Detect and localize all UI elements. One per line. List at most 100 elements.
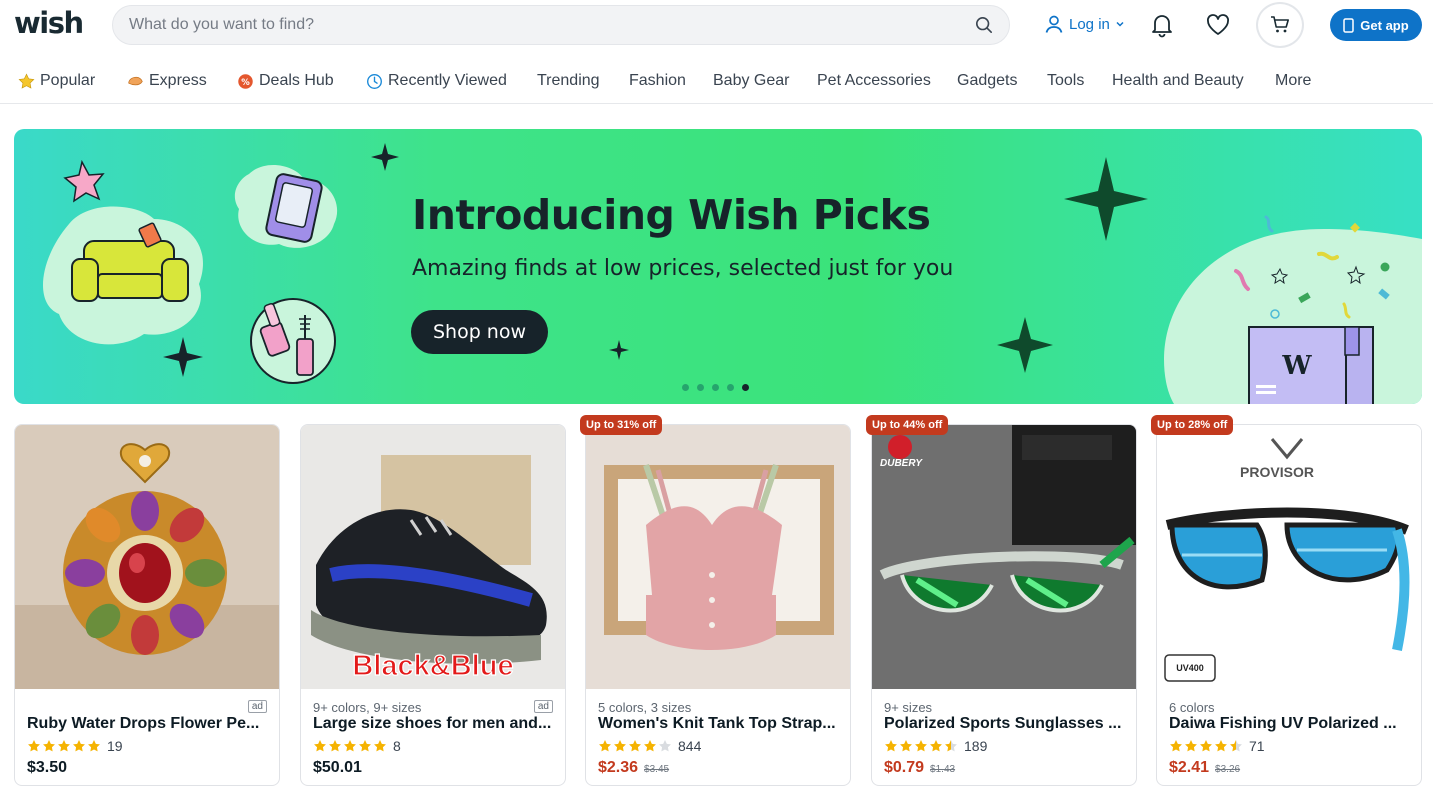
original-price: $3.26 bbox=[1215, 764, 1241, 775]
product-card[interactable]: PROVISOR UV400 6 colors Daiwa Fishing UV… bbox=[1156, 424, 1422, 786]
product-price: $0.79 bbox=[884, 759, 925, 776]
chevron-down-icon bbox=[1116, 21, 1124, 27]
star-icon bbox=[43, 740, 55, 752]
cart-icon bbox=[1271, 16, 1289, 33]
nav-item-tools[interactable]: Tools bbox=[1047, 72, 1084, 90]
carousel-dot-active[interactable] bbox=[742, 384, 749, 391]
nav-item-baby-gear[interactable]: Baby Gear bbox=[713, 72, 789, 90]
star-icon bbox=[599, 740, 611, 752]
shop-now-button[interactable]: Shop now bbox=[411, 310, 548, 354]
cart-button[interactable] bbox=[1256, 2, 1304, 48]
nav-item-gadgets[interactable]: Gadgets bbox=[957, 72, 1017, 90]
product-variants: 9+ colors, 9+ sizes bbox=[313, 700, 422, 715]
get-app-label: Get app bbox=[1360, 17, 1409, 33]
price-row: $2.36 $3.45 bbox=[598, 759, 669, 777]
original-price: $3.45 bbox=[644, 764, 670, 775]
search-icon[interactable] bbox=[975, 16, 993, 34]
promo-banner[interactable]: W Introducing Wish Picks Amazing finds a… bbox=[14, 129, 1422, 404]
header: wish Log in Get app bbox=[0, 0, 1433, 50]
star-icon bbox=[644, 740, 656, 752]
pendant-image[interactable] bbox=[15, 425, 279, 689]
star-icon bbox=[1185, 740, 1197, 752]
banner-subtitle: Amazing finds at low prices, selected ju… bbox=[412, 256, 954, 281]
product-price: $2.41 bbox=[1169, 759, 1210, 776]
review-count: 19 bbox=[107, 738, 123, 754]
shoe-image[interactable]: Black&Blue bbox=[301, 425, 565, 689]
nav-item-pet-accessories[interactable]: Pet Accessories bbox=[817, 72, 931, 90]
product-variants: 5 colors, 3 sizes bbox=[598, 700, 692, 715]
product-rating: 19 bbox=[27, 738, 123, 754]
category-nav: Popular Express % Deals Hub Recently Vie… bbox=[0, 62, 1433, 104]
review-count: 189 bbox=[964, 738, 988, 754]
star-icon bbox=[18, 72, 35, 89]
bell-icon[interactable] bbox=[1149, 12, 1175, 38]
star-icon bbox=[900, 740, 912, 752]
get-app-button[interactable]: Get app bbox=[1330, 9, 1422, 41]
discount-badge: Up to 28% off bbox=[1151, 415, 1234, 435]
product-title: Large size shoes for men and... bbox=[313, 715, 552, 732]
wish-logo[interactable]: wish bbox=[14, 6, 84, 40]
product-card[interactable]: DUBERY 9+ sizes Polarized Sports Sunglas… bbox=[871, 424, 1137, 786]
nav-item-health-and-beauty[interactable]: Health and Beauty bbox=[1112, 72, 1244, 90]
heart-icon[interactable] bbox=[1205, 12, 1231, 38]
carousel-dot[interactable] bbox=[697, 384, 704, 391]
product-variants: 9+ sizes bbox=[884, 700, 933, 715]
nav-item-fashion[interactable]: Fashion bbox=[629, 72, 686, 90]
nav-item-recently-viewed[interactable]: Recently Viewed bbox=[366, 72, 507, 90]
star-icon bbox=[629, 740, 641, 752]
svg-text:W: W bbox=[1281, 351, 1312, 381]
product-card[interactable]: 5 colors, 3 sizes Women's Knit Tank Top … bbox=[585, 424, 851, 786]
phone-icon bbox=[1343, 17, 1355, 33]
product-title: Daiwa Fishing UV Polarized ... bbox=[1169, 715, 1397, 732]
price-row: $3.50 bbox=[27, 759, 67, 777]
discount-badge: Up to 31% off bbox=[580, 415, 663, 435]
star-rating bbox=[884, 739, 958, 753]
fishing-glasses-image[interactable]: PROVISOR UV400 bbox=[1157, 425, 1421, 689]
original-price: $1.43 bbox=[930, 764, 956, 775]
search-bar[interactable] bbox=[112, 5, 1010, 45]
product-rating: 71 bbox=[1169, 738, 1265, 754]
svg-text:PROVISOR: PROVISOR bbox=[1240, 464, 1314, 480]
svg-text:DUBERY: DUBERY bbox=[880, 458, 923, 469]
star-icon bbox=[344, 740, 356, 752]
product-title: Ruby Water Drops Flower Pe... bbox=[27, 715, 260, 732]
user-icon bbox=[1045, 15, 1063, 33]
carousel-dot[interactable] bbox=[712, 384, 719, 391]
nav-item-deals-hub[interactable]: % Deals Hub bbox=[237, 72, 334, 90]
login-button[interactable]: Log in bbox=[1044, 14, 1125, 34]
nav-item-trending[interactable]: Trending bbox=[537, 72, 600, 90]
search-input[interactable] bbox=[129, 6, 969, 44]
carousel-dot[interactable] bbox=[727, 384, 734, 391]
product-price: $50.01 bbox=[313, 759, 362, 776]
star-icon bbox=[885, 740, 897, 752]
nav-item-more[interactable]: More bbox=[1275, 72, 1311, 90]
nav-item-popular[interactable]: Popular bbox=[18, 72, 95, 90]
star-icon bbox=[314, 740, 326, 752]
express-icon bbox=[128, 76, 143, 85]
product-card[interactable]: Black&Blue 9+ colors, 9+ sizes ad Large … bbox=[300, 424, 566, 786]
nav-item-express[interactable]: Express bbox=[127, 72, 207, 90]
star-icon bbox=[329, 740, 341, 752]
tank-top-image[interactable] bbox=[586, 425, 850, 689]
star-icon bbox=[915, 740, 927, 752]
star-rating bbox=[27, 739, 101, 753]
star-icon bbox=[359, 740, 371, 752]
product-rating: 8 bbox=[313, 738, 401, 754]
svg-text:UV400: UV400 bbox=[1176, 663, 1204, 673]
price-row: $0.79 $1.43 bbox=[884, 759, 955, 777]
star-icon bbox=[1170, 740, 1182, 752]
star-icon bbox=[28, 740, 40, 752]
clock-icon bbox=[367, 73, 382, 89]
ad-badge: ad bbox=[533, 700, 553, 713]
sunglasses-image[interactable]: DUBERY bbox=[872, 425, 1136, 689]
login-label: Log in bbox=[1069, 15, 1110, 33]
price-row: $50.01 bbox=[313, 759, 362, 777]
star-icon bbox=[930, 740, 942, 752]
product-rating: 189 bbox=[884, 738, 987, 754]
star-icon bbox=[88, 740, 100, 752]
star-rating bbox=[598, 739, 672, 753]
star-rating bbox=[1169, 739, 1243, 753]
product-card[interactable]: ad Ruby Water Drops Flower Pe... 19 $3.5… bbox=[14, 424, 280, 786]
review-count: 8 bbox=[393, 738, 401, 754]
carousel-dot[interactable] bbox=[682, 384, 689, 391]
